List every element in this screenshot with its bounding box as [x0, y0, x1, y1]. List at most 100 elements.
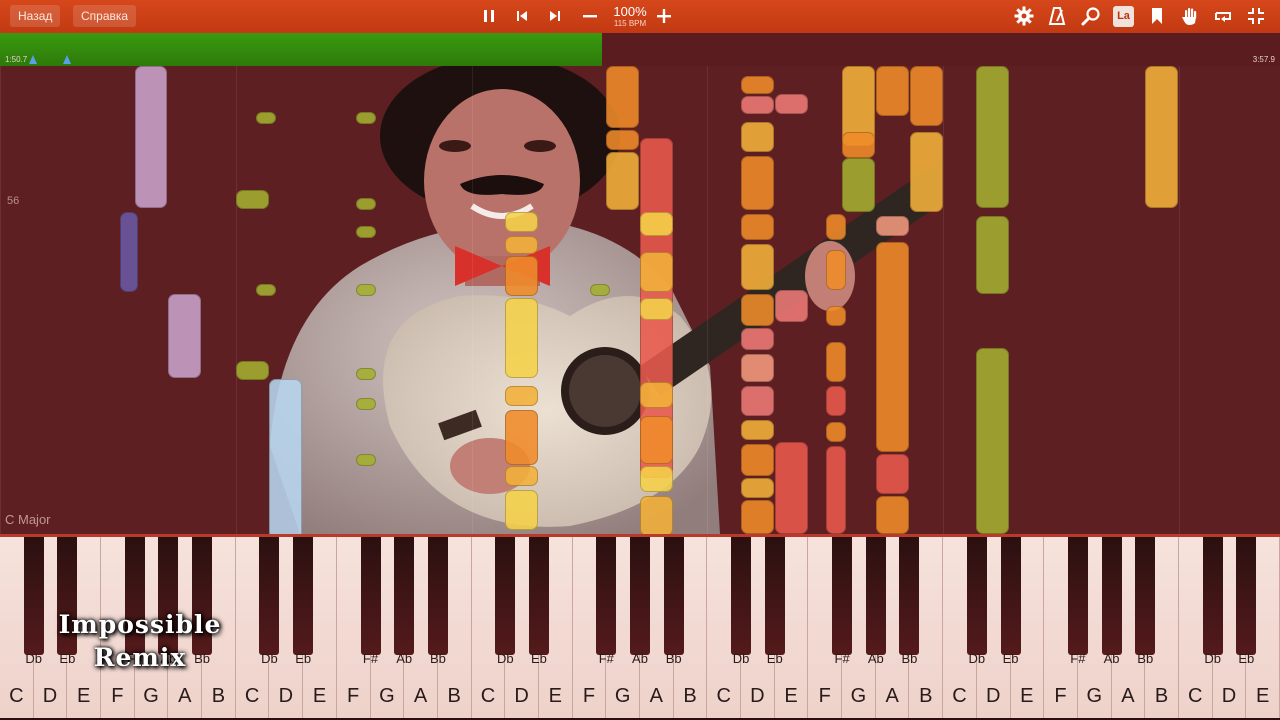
- black-key-label: Db: [968, 651, 986, 666]
- octave-gridline: [707, 66, 709, 534]
- pause-icon[interactable]: [477, 4, 501, 28]
- black-key[interactable]: F#: [360, 537, 381, 666]
- skip-back-icon[interactable]: [510, 4, 534, 28]
- black-key-label: Ab: [867, 651, 884, 666]
- falling-note: [505, 298, 538, 378]
- black-key[interactable]: Eb: [1000, 537, 1021, 666]
- skip-forward-icon[interactable]: [543, 4, 567, 28]
- black-key[interactable]: Db: [495, 537, 516, 666]
- help-button[interactable]: Справка: [73, 5, 137, 27]
- black-key-label: Db: [1204, 651, 1221, 666]
- black-key[interactable]: Eb: [293, 537, 314, 666]
- falling-note: [640, 466, 673, 492]
- white-key-label: C: [9, 685, 24, 707]
- falling-note: [356, 454, 376, 466]
- falling-note: [356, 112, 376, 124]
- falling-note: [826, 422, 846, 442]
- falling-note: [741, 96, 774, 114]
- progress-bar[interactable]: 1:50.7 3:57.9: [0, 33, 1280, 66]
- plus-icon[interactable]: [652, 4, 676, 28]
- hand-icon[interactable]: [1178, 4, 1202, 28]
- white-key-label: D: [985, 685, 1001, 707]
- black-key-label: F#: [598, 651, 614, 666]
- white-key-label: F: [1054, 685, 1067, 707]
- falling-note: [606, 130, 639, 150]
- exit-fullscreen-icon[interactable]: [1244, 4, 1268, 28]
- measure-number: 56: [7, 195, 20, 207]
- loop-icon[interactable]: [1211, 4, 1235, 28]
- falling-note: [910, 132, 943, 212]
- metronome-icon[interactable]: [1045, 4, 1069, 28]
- black-key[interactable]: Bb: [1135, 537, 1156, 666]
- impossible-remix-watermark: Impossible Remix: [40, 608, 240, 674]
- black-key[interactable]: Ab: [1101, 537, 1122, 666]
- black-key-label: Ab: [1103, 651, 1120, 666]
- black-key[interactable]: Bb: [663, 537, 684, 666]
- black-key[interactable]: Db: [731, 537, 752, 666]
- falling-note: [741, 500, 774, 534]
- falling-note: [640, 416, 673, 464]
- black-key[interactable]: Eb: [764, 537, 785, 666]
- black-key[interactable]: F#: [1067, 537, 1088, 666]
- bookmark-marker[interactable]: [29, 55, 38, 64]
- falling-note: [976, 216, 1009, 294]
- falling-note: [976, 66, 1009, 208]
- black-key-label: Ab: [396, 651, 413, 666]
- gear-icon[interactable]: [1012, 4, 1036, 28]
- white-key-label: A: [885, 685, 899, 707]
- white-key-label: E: [1255, 685, 1270, 707]
- black-key[interactable]: Bb: [899, 537, 920, 666]
- falling-note: [876, 216, 909, 236]
- falling-note: [741, 76, 774, 94]
- minus-icon[interactable]: [578, 4, 602, 28]
- black-key-label: F#: [834, 651, 850, 666]
- white-key-label: E: [1020, 685, 1034, 707]
- black-key[interactable]: Ab: [865, 537, 886, 666]
- white-key-label: A: [649, 685, 663, 707]
- black-key-label: Bb: [429, 651, 446, 666]
- white-key-label: D: [278, 685, 294, 707]
- black-key[interactable]: Ab: [630, 537, 650, 666]
- bookmark-icon[interactable]: [1145, 4, 1169, 28]
- falling-note: [876, 66, 909, 116]
- falling-note: [826, 446, 846, 534]
- note-roll: 56 C Major: [0, 66, 1280, 534]
- white-key-label: C: [716, 685, 731, 707]
- tempo-bpm: 115 BPM: [613, 19, 647, 28]
- black-key[interactable]: F#: [596, 537, 617, 666]
- white-key-label: A: [413, 685, 428, 707]
- white-key-label: G: [143, 685, 159, 707]
- back-button[interactable]: Назад: [10, 5, 61, 27]
- black-key[interactable]: Eb: [1236, 537, 1257, 666]
- falling-note: [256, 284, 276, 296]
- bookmark-marker[interactable]: [62, 55, 71, 64]
- zoom-icon[interactable]: [1079, 4, 1103, 28]
- falling-note: [741, 386, 774, 416]
- falling-note: [505, 466, 538, 486]
- falling-note: [741, 122, 774, 152]
- black-key-label: Db: [732, 651, 750, 666]
- falling-note: [826, 386, 846, 416]
- black-key[interactable]: Db: [1202, 537, 1223, 666]
- black-key[interactable]: F#: [832, 537, 853, 666]
- black-key-label: Eb: [1238, 651, 1255, 666]
- white-key-label: B: [683, 685, 697, 707]
- falling-note: [826, 342, 846, 382]
- black-key[interactable]: Ab: [394, 537, 415, 666]
- falling-note: [505, 236, 538, 254]
- black-key[interactable]: Db: [259, 537, 280, 666]
- la-button[interactable]: La: [1113, 6, 1134, 27]
- black-key-label: Eb: [295, 651, 312, 666]
- white-key-label: E: [312, 685, 327, 707]
- black-key[interactable]: Db: [966, 537, 987, 666]
- falling-note: [775, 290, 808, 322]
- white-key-label: D: [514, 685, 529, 707]
- falling-note: [590, 284, 610, 296]
- falling-note: [741, 244, 774, 290]
- white-key-label: F: [111, 685, 124, 707]
- black-key[interactable]: Bb: [427, 537, 448, 666]
- falling-note: [505, 490, 538, 530]
- falling-note: [356, 368, 376, 380]
- falling-note: [826, 250, 846, 290]
- black-key[interactable]: Eb: [528, 537, 549, 666]
